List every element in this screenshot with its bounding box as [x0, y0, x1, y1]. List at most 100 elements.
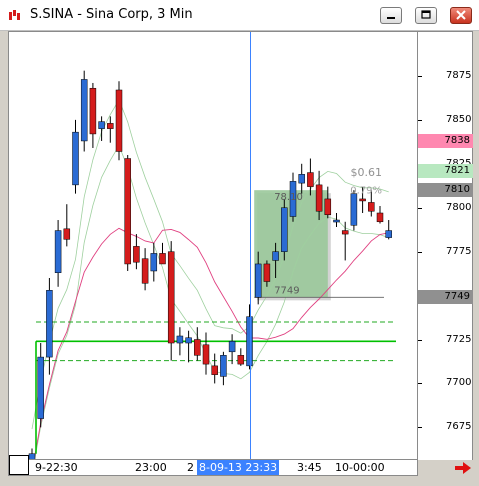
candle-body — [54, 230, 62, 273]
candle-body — [307, 172, 314, 187]
price-tick-mark — [418, 207, 422, 209]
candle — [115, 81, 123, 161]
price-tick-mark — [418, 427, 422, 429]
minimize-icon — [387, 17, 395, 19]
candle — [385, 220, 392, 240]
candle-body — [194, 339, 201, 356]
candle — [80, 70, 88, 152]
candle-body — [202, 344, 210, 365]
candle-body — [298, 174, 305, 184]
candle-body — [150, 253, 158, 272]
close-button[interactable] — [450, 7, 472, 24]
candle-body — [159, 253, 166, 265]
price-tick-mark — [418, 75, 422, 77]
candle-body — [98, 121, 105, 129]
time-label: 23:00 — [135, 461, 167, 474]
candle — [37, 343, 44, 428]
candle — [133, 234, 140, 270]
candle-body — [376, 212, 384, 223]
candle-body — [124, 158, 131, 265]
candle-body — [341, 230, 349, 235]
price-tick-label: 7775 — [446, 245, 472, 257]
candle-body — [141, 258, 149, 284]
chart-plot-area[interactable]: 7749 78.10 $0.61 0.79% — [8, 31, 418, 481]
price-tick-label: 7675 — [446, 421, 472, 433]
time-label: 3:45 — [297, 461, 322, 474]
candle — [220, 351, 227, 386]
candle — [341, 221, 349, 261]
maximize-button[interactable] — [415, 7, 437, 24]
candle-body — [385, 230, 392, 238]
price-badge: 7821 — [418, 163, 473, 178]
close-icon — [456, 10, 466, 20]
candle — [376, 205, 384, 224]
candle-body — [211, 365, 218, 375]
candle-body — [107, 123, 114, 129]
candle — [72, 119, 79, 194]
price-tick-mark — [418, 119, 422, 121]
candle — [281, 198, 288, 261]
candle — [176, 327, 184, 356]
candle-body — [176, 335, 184, 344]
time-label: 10-00:00 — [335, 461, 385, 474]
candle-body — [333, 219, 340, 223]
price-tick-mark — [418, 339, 422, 341]
candle-body — [263, 263, 271, 282]
candle-body — [28, 453, 36, 463]
candle — [194, 327, 201, 361]
maximize-icon — [421, 10, 431, 19]
candle — [141, 248, 149, 291]
chart-corner-box — [9, 455, 29, 475]
price-badge: 7838 — [418, 133, 473, 148]
candle — [150, 242, 158, 282]
candle — [28, 448, 36, 481]
candle — [246, 304, 253, 370]
measure-change-label: $0.61 — [351, 166, 383, 179]
candle-body — [324, 198, 332, 215]
candle — [237, 348, 245, 366]
candle-body — [185, 337, 192, 344]
measure-end-price: 78.10 — [274, 192, 303, 203]
candle-body — [133, 246, 140, 263]
candle-body — [281, 207, 288, 252]
price-chart[interactable]: 7749 78.10 $0.61 0.79% — [9, 32, 417, 481]
candle-body — [350, 193, 358, 226]
candle — [89, 82, 97, 148]
upper-envelope-line — [31, 98, 389, 430]
price-tick-mark — [418, 251, 422, 253]
candle — [228, 334, 236, 365]
candle-body — [46, 290, 53, 358]
price-tick-label: 7725 — [446, 333, 472, 345]
candle-body — [254, 263, 262, 298]
candle — [333, 212, 340, 228]
candle-body — [237, 355, 245, 365]
candle — [159, 242, 166, 265]
minimize-button[interactable] — [380, 7, 402, 24]
candle — [63, 204, 71, 247]
title-bar[interactable]: S.SINA - Sina Corp, 3 Min — [0, 0, 479, 31]
window-title: S.SINA - Sina Corp, 3 Min — [30, 7, 193, 22]
candle-body — [80, 79, 88, 142]
candle-body — [167, 251, 175, 344]
price-badge: 7810 — [418, 183, 473, 198]
candle-body — [368, 202, 375, 212]
measure-start-price: 7749 — [274, 285, 299, 296]
candle — [107, 116, 114, 143]
scroll-right-arrow-icon[interactable] — [454, 461, 472, 475]
candle — [298, 163, 305, 194]
candle — [124, 155, 131, 271]
candle-body — [246, 316, 253, 367]
price-tick-label: 7850 — [446, 113, 472, 125]
candle-body — [220, 355, 227, 377]
price-axis[interactable]: 7875785078257800777577257700767578387821… — [418, 31, 473, 460]
price-tick-mark — [418, 383, 422, 385]
candle-body — [272, 251, 279, 261]
candle-body — [359, 198, 366, 202]
time-axis[interactable]: 9-22:30 23:00 2 8-09-13 23:33 3:45 10-00… — [8, 460, 418, 476]
time-label: 9-22:30 — [35, 461, 78, 474]
time-label: 2 — [187, 461, 194, 474]
chart-window: S.SINA - Sina Corp, 3 Min 7749 78.10 $0.61… — [0, 0, 479, 486]
cursor-time-label: 8-09-13 23:33 — [197, 460, 280, 475]
candle-body — [115, 89, 123, 152]
measure-pct-label: 0.79% — [350, 186, 382, 197]
